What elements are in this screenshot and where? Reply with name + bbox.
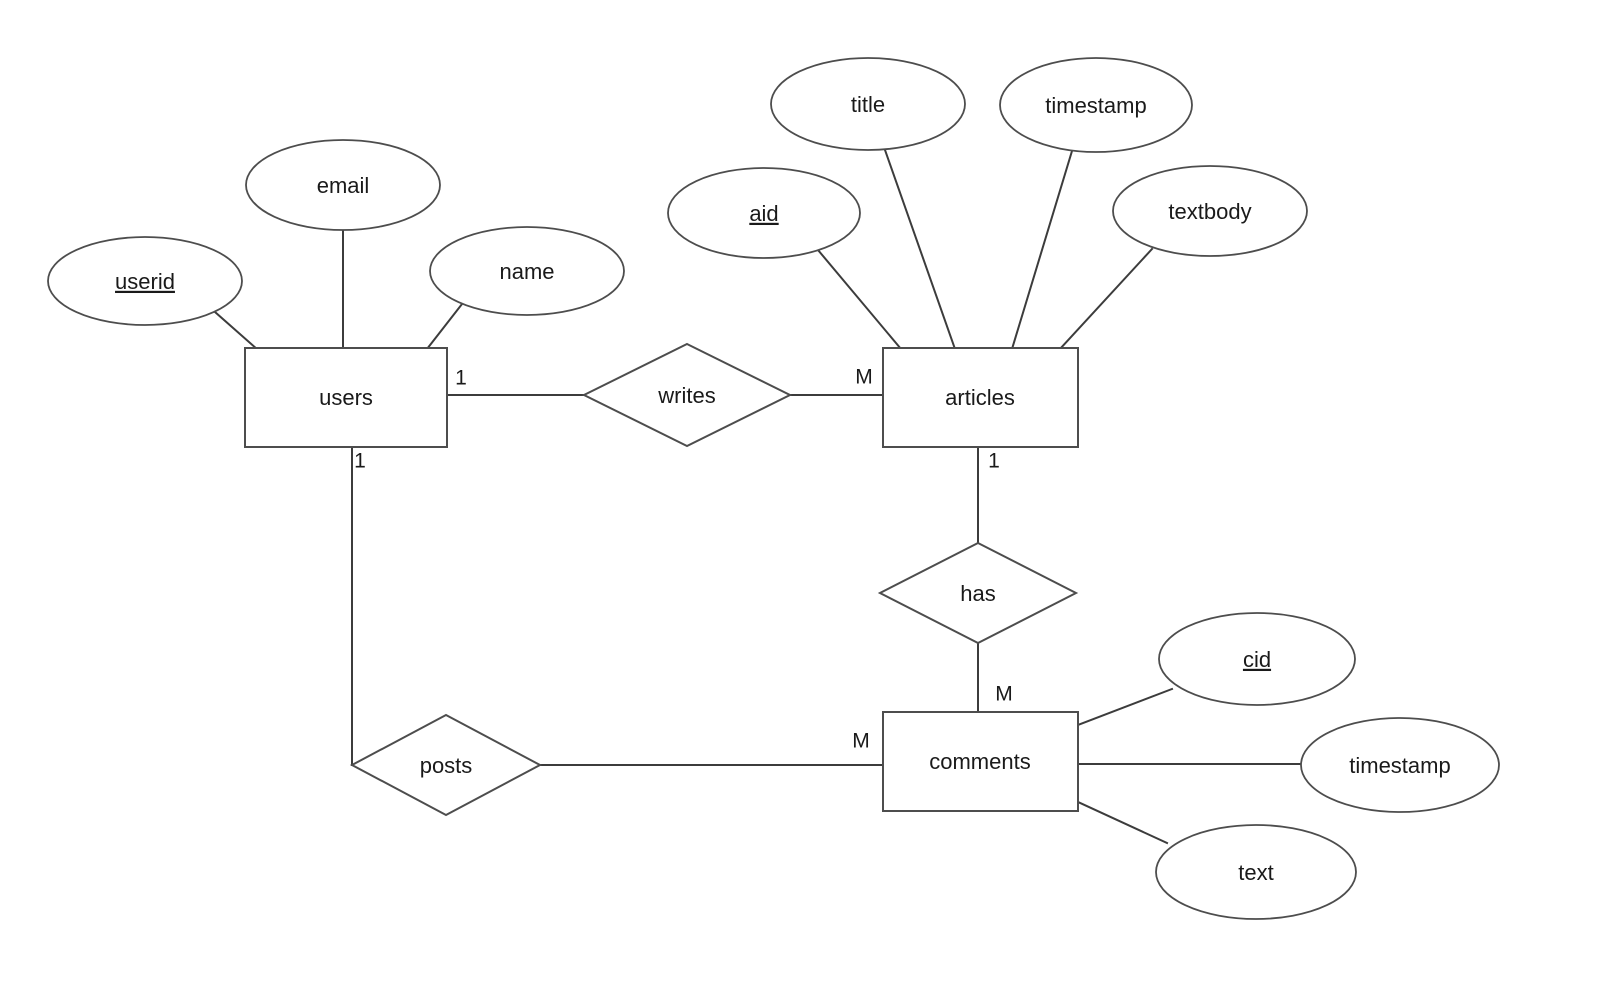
attribute-label: aid [749,201,778,226]
relationship-has[interactable]: has [877,541,1079,645]
attribute-title[interactable]: title [770,57,966,151]
attribute-label: userid [115,269,175,294]
edge-textbody-articles [1058,247,1154,351]
entity-label: users [319,385,373,410]
attribute-label: textbody [1168,199,1251,224]
relationship-edges [351,394,979,766]
cardinality-users-posts: 1 [354,450,366,473]
edge-text-comments [1076,800,1169,845]
attribute-label: cid [1243,647,1271,672]
er-diagram-canvas: userid email name aid title timestamp te… [0,0,1606,998]
attribute-label: text [1238,860,1273,885]
relationship-writes[interactable]: writes [581,342,793,448]
entity-users[interactable]: users [244,347,448,448]
entity-label: articles [945,385,1015,410]
entity-articles[interactable]: articles [882,347,1079,448]
relationship-posts[interactable]: posts [349,713,543,817]
entity-label: comments [929,749,1030,774]
relationship-label: posts [420,753,473,778]
attribute-label: timestamp [1045,93,1146,118]
cardinality-comments-has: M [995,683,1013,706]
relationship-label: has [960,581,995,606]
attribute-name[interactable]: name [429,226,625,316]
relationship-label: writes [657,383,715,408]
attribute-label: name [499,259,554,284]
edge-aid-articles [816,248,903,351]
attribute-articles-timestamp[interactable]: timestamp [999,57,1193,153]
attribute-label: email [317,173,370,198]
attribute-text[interactable]: text [1155,824,1357,920]
attribute-email[interactable]: email [245,139,441,231]
edge-cid-comments [1076,687,1174,727]
attribute-aid[interactable]: aid [667,167,861,259]
attribute-nodes: userid email name aid title timestamp te… [47,57,1500,920]
cardinality-comments-posts: M [852,730,870,753]
attribute-label: timestamp [1349,753,1450,778]
cardinality-articles-has: 1 [988,450,1000,473]
attribute-comments-timestamp[interactable]: timestamp [1300,717,1500,813]
attribute-cid[interactable]: cid [1158,612,1356,706]
edge-name-users [425,302,464,351]
attribute-label: title [851,92,885,117]
cardinality-users-writes: 1 [455,367,467,390]
edge-title-articles [883,148,957,351]
cardinality-articles-writes: M [855,366,873,389]
edge-timestamp-articles [1010,149,1074,351]
attribute-textbody[interactable]: textbody [1112,165,1308,257]
er-diagram-svg: userid email name aid title timestamp te… [47,57,1500,920]
edge-userid-users [213,310,260,352]
attribute-userid[interactable]: userid [47,236,243,326]
entity-comments[interactable]: comments [882,711,1079,812]
